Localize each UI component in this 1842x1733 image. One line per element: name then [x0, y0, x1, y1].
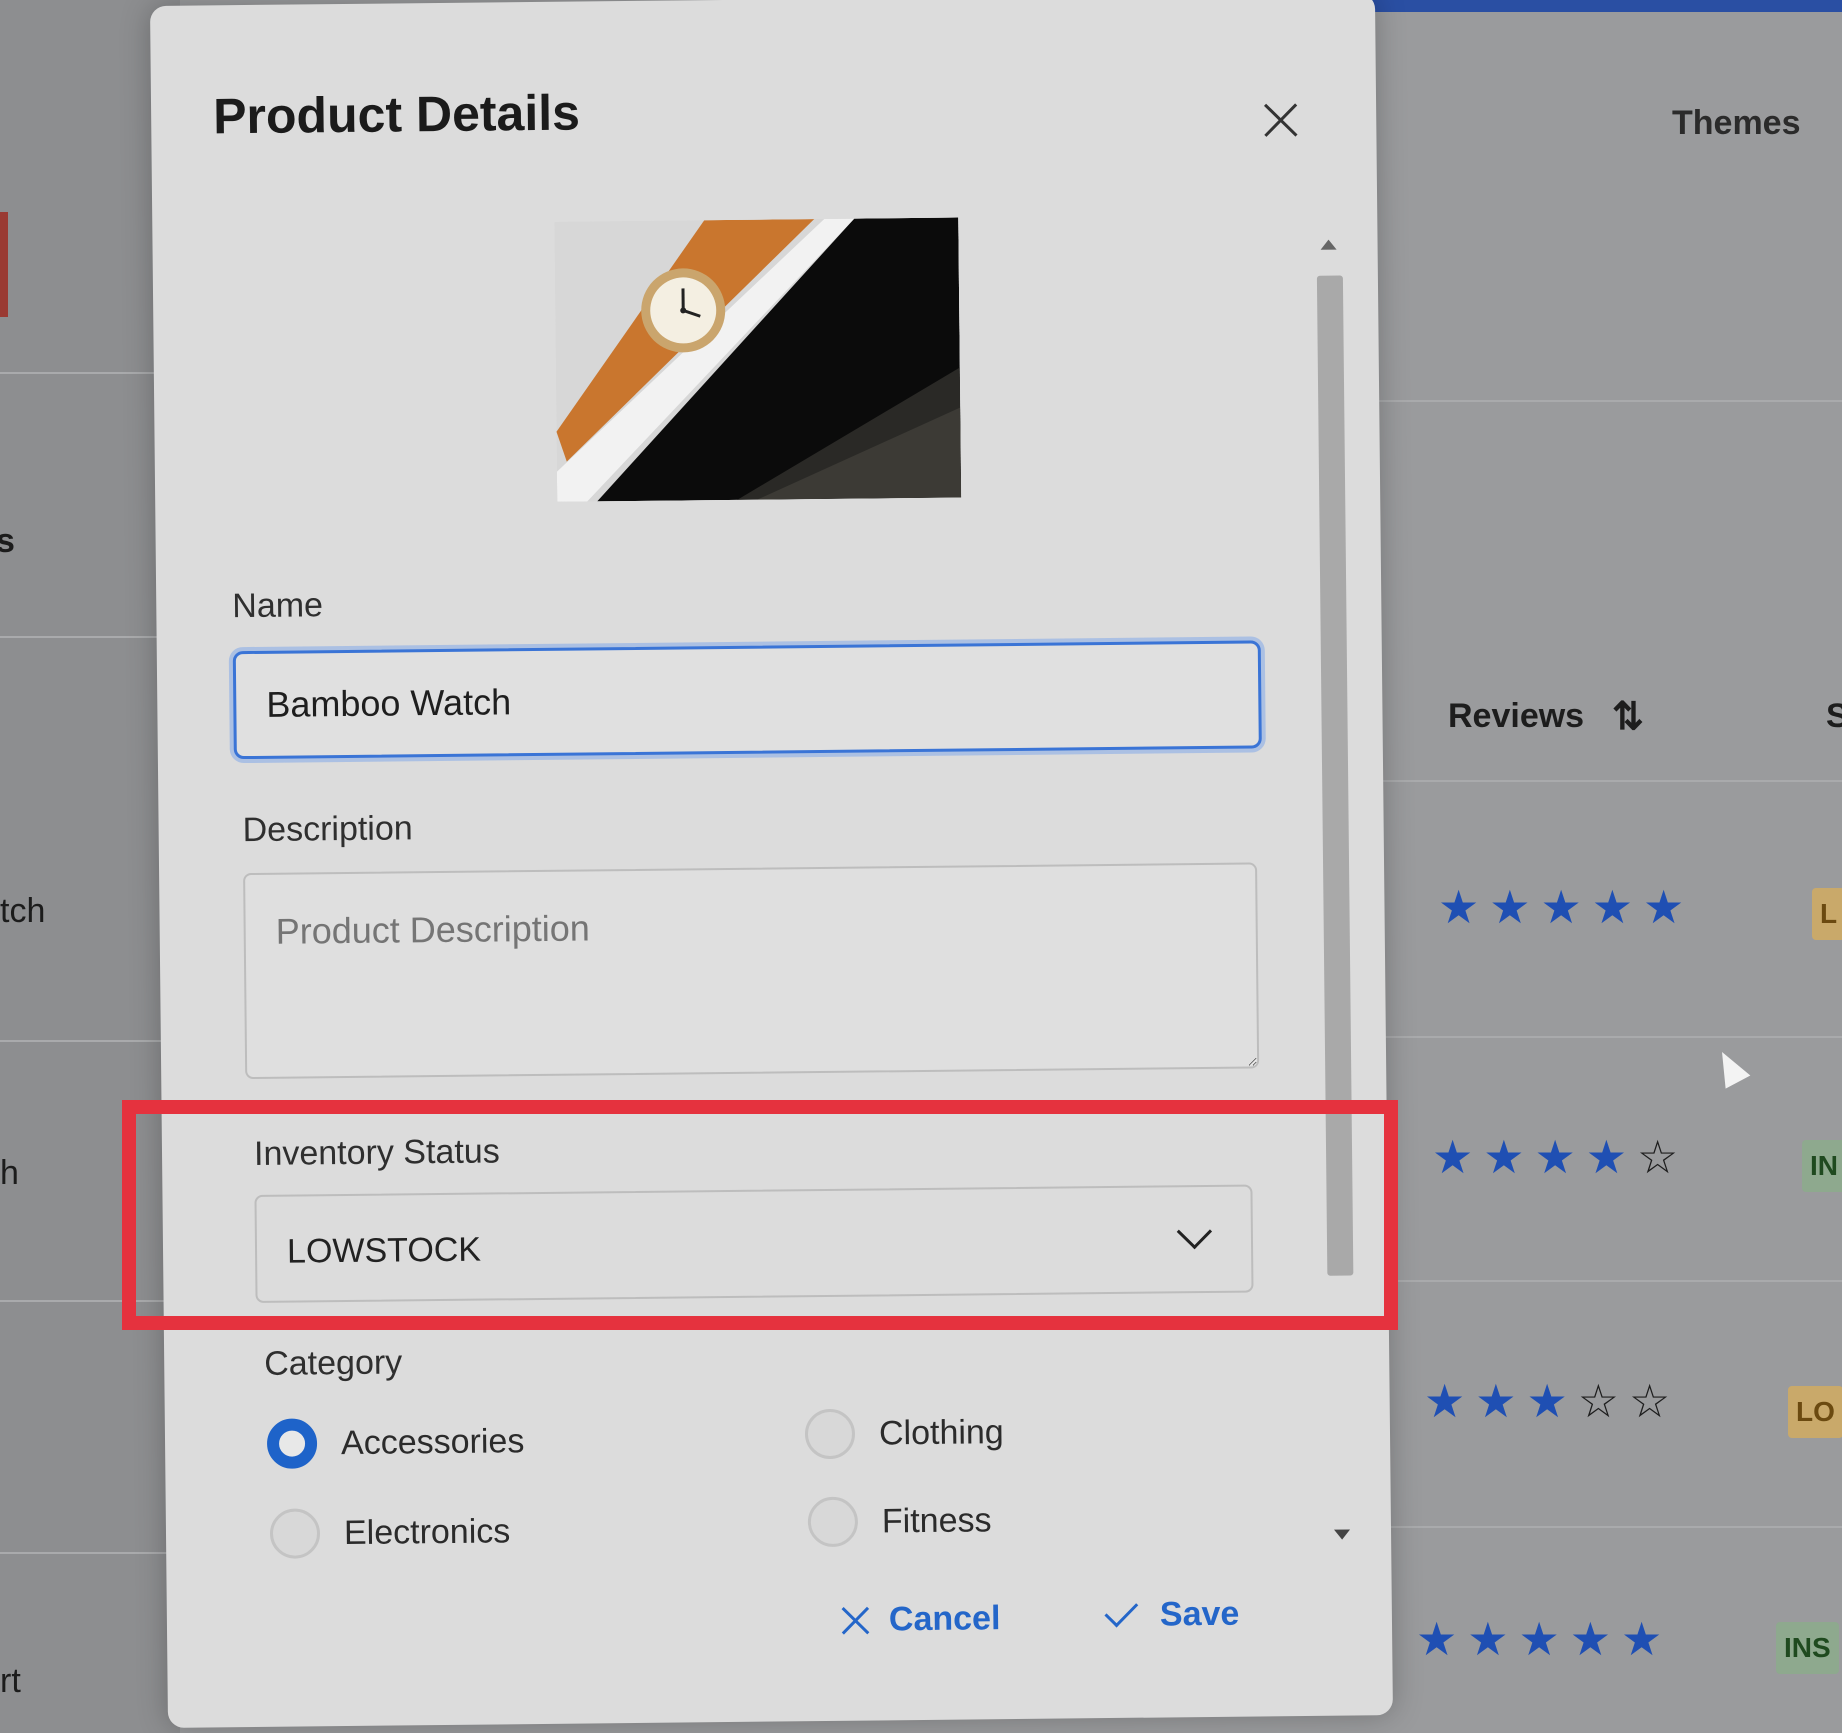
star-filled-icon: ★: [1483, 1131, 1535, 1183]
category-label: Category: [264, 1343, 403, 1383]
background-product-name-fragment: tch: [0, 892, 46, 930]
status-badge: LO: [1788, 1386, 1842, 1438]
star-filled-icon: ★: [1534, 1131, 1586, 1183]
status-column-header[interactable]: S: [1826, 697, 1842, 736]
inventory-status-dropdown[interactable]: LOWSTOCK: [254, 1184, 1254, 1303]
star-filled-icon: ★: [1438, 881, 1490, 933]
category-option-fitness[interactable]: Fitness: [807, 1495, 992, 1548]
radio-button[interactable]: [807, 1496, 859, 1548]
name-label: Name: [232, 586, 324, 626]
star-filled-icon: ★: [1424, 1375, 1476, 1427]
status-badge: L: [1812, 888, 1842, 940]
background-text-fragment: rt: [0, 1662, 21, 1700]
star-filled-icon: ★: [1416, 1613, 1468, 1665]
radio-button-selected[interactable]: [266, 1418, 318, 1469]
scroll-down-arrow-icon[interactable]: [1334, 1529, 1351, 1540]
star-filled-icon: ★: [1591, 881, 1643, 933]
category-option-label: Accessories: [340, 1421, 525, 1462]
rating-stars: ★★★★★: [1416, 1612, 1672, 1666]
star-empty-icon: ☆: [1577, 1375, 1629, 1427]
rating-stars: ★★★☆☆: [1424, 1374, 1680, 1428]
rating-stars: ★★★★☆: [1432, 1130, 1688, 1184]
star-filled-icon: ★: [1467, 1613, 1519, 1665]
close-icon[interactable]: [1259, 98, 1303, 142]
status-badge: IN: [1802, 1140, 1842, 1192]
name-input[interactable]: [232, 640, 1262, 760]
category-option-label: Fitness: [881, 1500, 992, 1540]
category-option-clothing[interactable]: Clothing: [804, 1407, 1004, 1460]
background-side-tab: [0, 212, 8, 317]
star-filled-icon: ★: [1540, 881, 1592, 933]
star-empty-icon: ☆: [1629, 1375, 1681, 1427]
star-filled-icon: ★: [1621, 1613, 1673, 1665]
rating-stars: ★★★★★: [1438, 880, 1694, 934]
description-label: Description: [242, 809, 413, 850]
star-filled-icon: ★: [1643, 881, 1695, 933]
background-text-fragment: s: [0, 522, 15, 560]
star-empty-icon: ☆: [1637, 1131, 1689, 1183]
background-product-name-fragment: h: [0, 1154, 19, 1192]
row-divider: [0, 636, 180, 638]
star-filled-icon: ★: [1585, 1131, 1637, 1183]
category-option-accessories[interactable]: Accessories: [266, 1416, 525, 1469]
star-filled-icon: ★: [1526, 1375, 1578, 1427]
cancel-button[interactable]: Cancel: [841, 1599, 1001, 1640]
radio-button[interactable]: [269, 1508, 321, 1559]
star-filled-icon: ★: [1489, 881, 1541, 933]
mouse-cursor-icon: [1709, 1045, 1751, 1089]
category-option-electronics[interactable]: Electronics: [269, 1506, 511, 1559]
inventory-status-value: LOWSTOCK: [286, 1230, 482, 1271]
row-divider: [1370, 1526, 1842, 1528]
category-option-label: Clothing: [878, 1412, 1004, 1452]
scrollbar-thumb[interactable]: [1316, 275, 1354, 1276]
row-divider: [1370, 1280, 1842, 1282]
cancel-button-label: Cancel: [888, 1599, 1001, 1639]
sort-arrows-icon[interactable]: ⇅: [1612, 694, 1644, 739]
star-filled-icon: ★: [1432, 1131, 1484, 1183]
row-divider: [0, 1040, 180, 1042]
row-divider: [1370, 1036, 1842, 1038]
product-image: [554, 217, 962, 502]
watch-image: [554, 217, 962, 502]
chevron-down-icon[interactable]: [1176, 1213, 1213, 1250]
close-icon: [841, 1605, 871, 1635]
description-textarea[interactable]: [243, 862, 1260, 1080]
check-icon: [1104, 1593, 1139, 1628]
row-divider: [0, 1552, 180, 1554]
dialog-title: Product Details: [212, 84, 581, 145]
star-filled-icon: ★: [1475, 1375, 1527, 1427]
star-filled-icon: ★: [1518, 1613, 1570, 1665]
row-divider: [0, 1300, 180, 1302]
row-divider: [1370, 400, 1842, 402]
save-button-label: Save: [1159, 1594, 1240, 1634]
product-details-dialog: Product Details Name Description Invento…: [150, 0, 1393, 1728]
inventory-status-label: Inventory Status: [253, 1132, 500, 1173]
star-filled-icon: ★: [1569, 1613, 1621, 1665]
status-badge: INS: [1776, 1622, 1839, 1674]
radio-button[interactable]: [804, 1408, 856, 1460]
reviews-column-header[interactable]: Reviews: [1448, 697, 1584, 736]
themes-menu-link[interactable]: Themes: [1672, 104, 1801, 143]
category-option-label: Electronics: [343, 1511, 511, 1552]
scroll-up-arrow-icon[interactable]: [1320, 239, 1337, 250]
row-divider: [1370, 780, 1842, 782]
save-button[interactable]: Save: [1104, 1593, 1240, 1635]
dialog-scrollbar[interactable]: [1315, 239, 1359, 1540]
